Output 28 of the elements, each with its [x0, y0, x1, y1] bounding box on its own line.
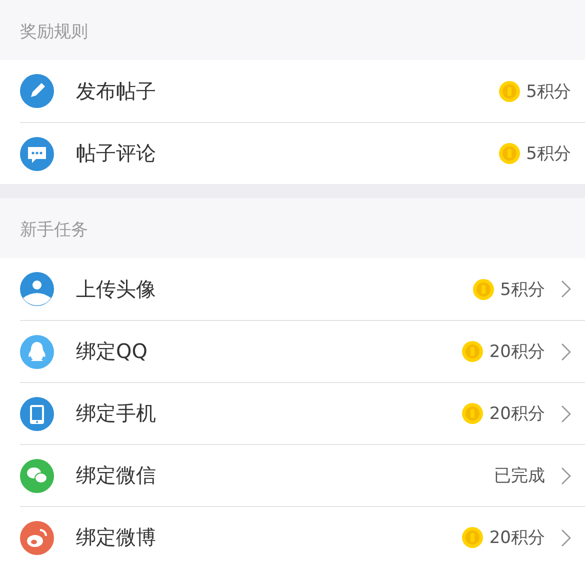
task-label: 绑定手机	[76, 400, 157, 427]
eye-icon	[20, 520, 54, 554]
chevron-right-icon[interactable]	[561, 466, 571, 484]
pencil-icon	[20, 74, 54, 108]
points-text: 20积分	[489, 527, 545, 549]
section-title: 新手任务	[20, 218, 88, 240]
task-label: 发布帖子	[76, 78, 157, 104]
task-label: 上传头像	[76, 276, 157, 302]
task-label: 绑定微博	[76, 524, 157, 551]
task-label: 帖子评论	[76, 140, 157, 167]
section-title: 奖励规则	[20, 20, 88, 42]
chevron-right-icon[interactable]	[561, 342, 571, 360]
status-text: 已完成	[494, 465, 545, 487]
task-label: 绑定QQ	[76, 338, 148, 365]
points-text: 20积分	[489, 403, 545, 425]
points-text: 20积分	[489, 341, 545, 363]
user-icon	[20, 272, 54, 306]
chat-bubbles-icon	[20, 458, 54, 492]
chevron-right-icon[interactable]	[561, 280, 571, 298]
points-text: 5积分	[500, 278, 545, 300]
points-text: 5积分	[526, 80, 571, 102]
chevron-right-icon[interactable]	[561, 528, 571, 546]
chat-bubble-icon	[20, 136, 54, 170]
points-text: 5积分	[526, 143, 571, 165]
tablet-icon	[20, 396, 54, 430]
chevron-right-icon[interactable]	[561, 404, 571, 422]
task-label: 绑定微信	[76, 462, 157, 489]
penguin-icon	[20, 334, 54, 368]
